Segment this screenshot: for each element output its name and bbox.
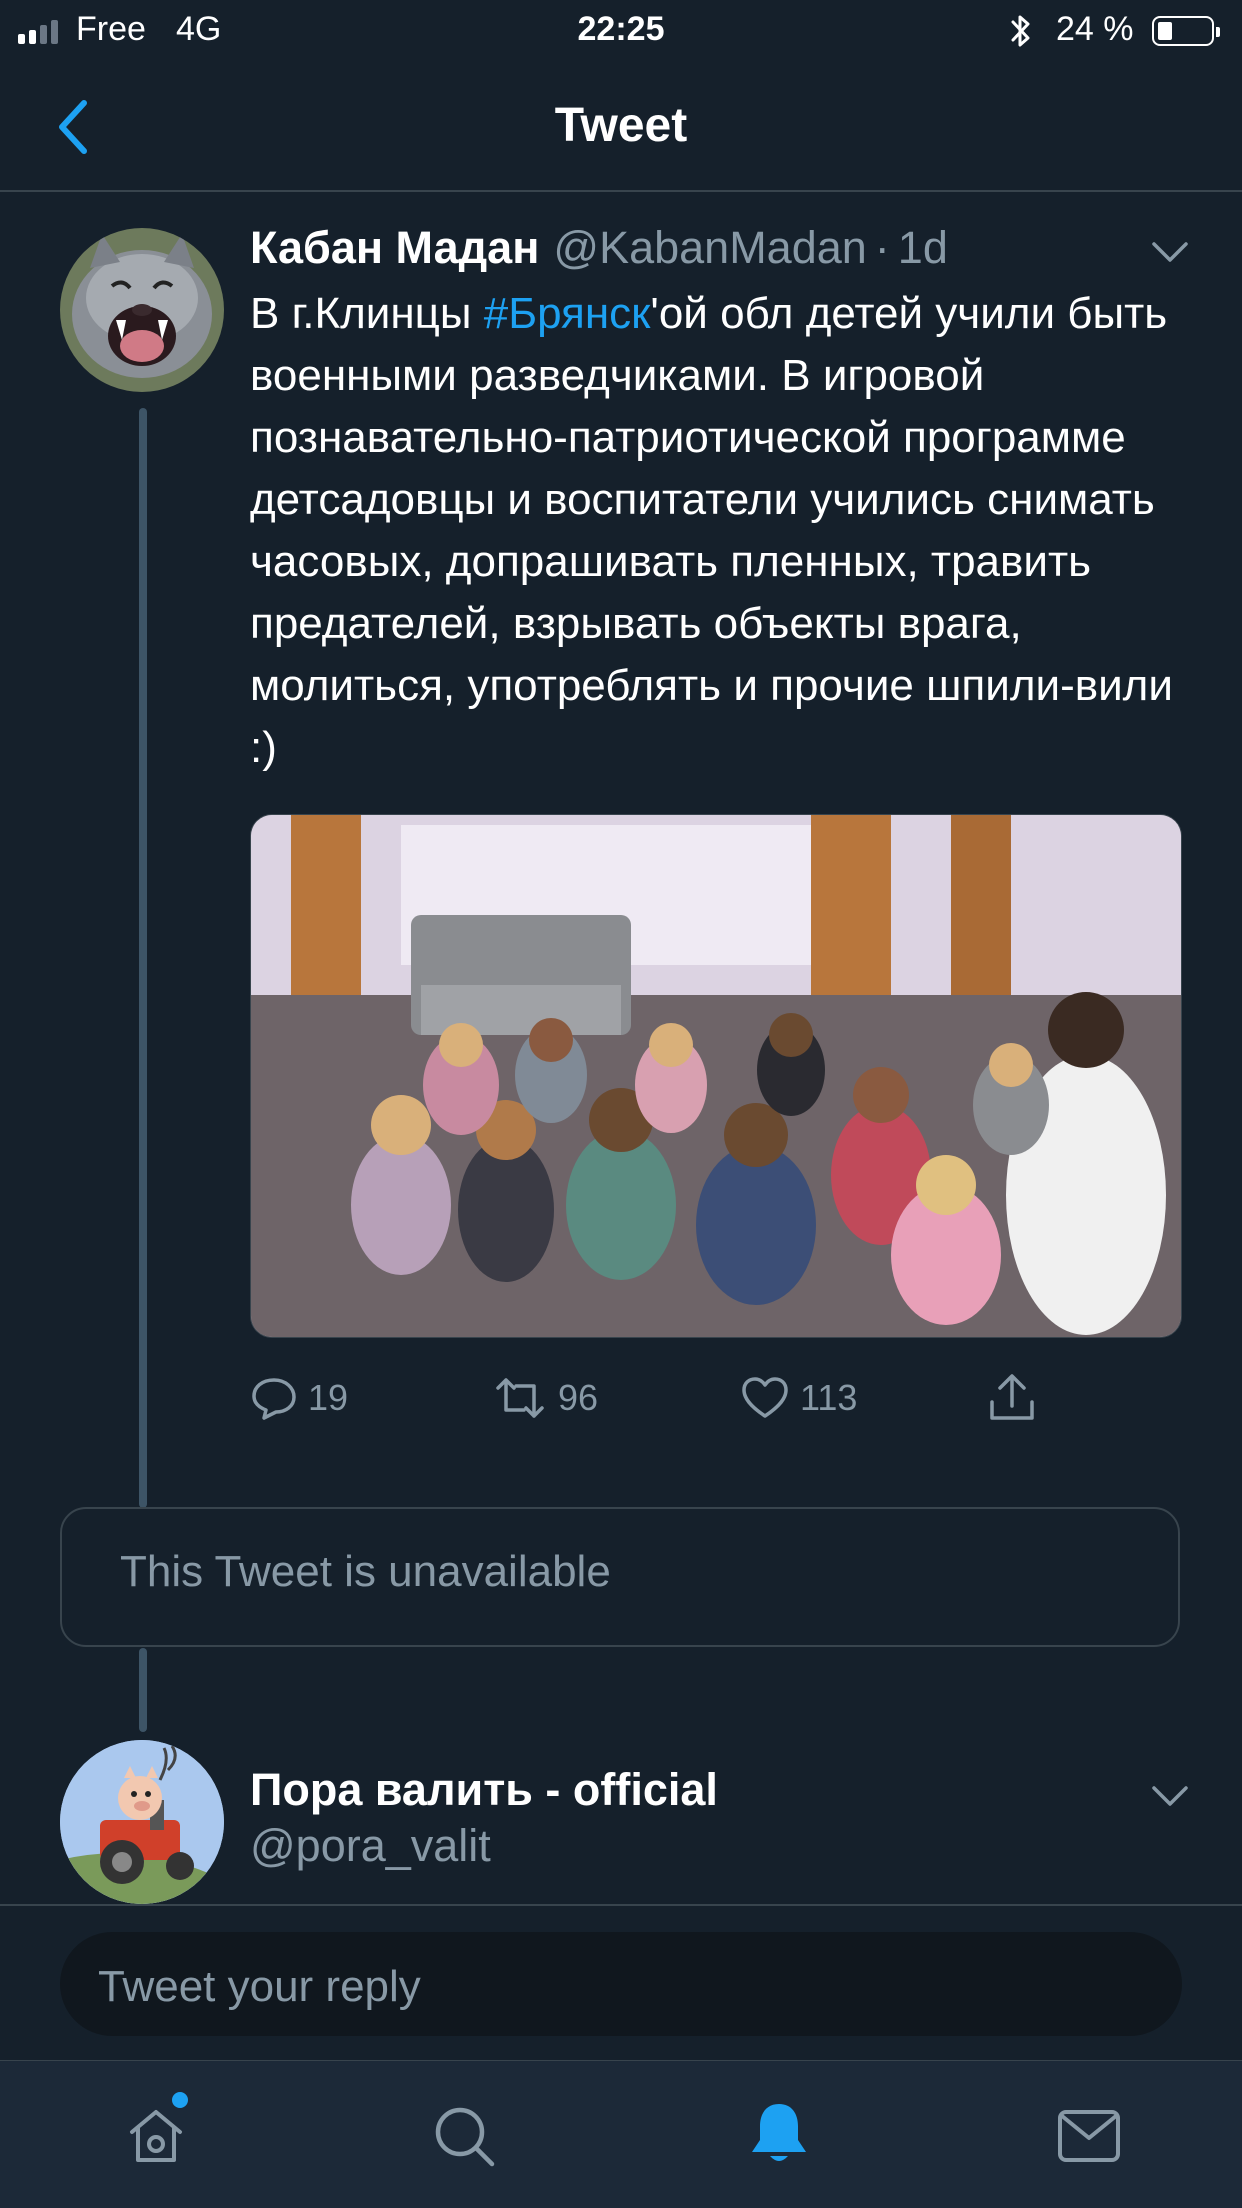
tweet-time: 1d [897,222,948,273]
next-author-handle[interactable]: @pora_valit [250,1820,491,1872]
pig-tractor-avatar-image [60,1740,224,1904]
thread-connector-line-lower [139,1648,147,1732]
tweet-header: Кабан Мадан @KabanMadan · 1d [250,222,948,274]
like-action[interactable]: 113 [740,1374,857,1422]
tweet-text-rest: 'ой обл детей учили быть военными развед… [250,289,1173,772]
thread-connector-line [139,408,147,1508]
reply-count: 19 [308,1377,349,1418]
retweet-count: 96 [558,1377,599,1418]
tweet-text-start: В г.Клинцы [250,289,484,338]
like-count: 113 [800,1377,858,1418]
hashtag-link[interactable]: #Брянск [484,289,651,338]
retweet-action[interactable]: 96 [492,1374,598,1422]
notifications-bell-icon[interactable] [748,2100,810,2168]
home-icon[interactable] [124,2104,188,2168]
author-handle[interactable]: @KabanMadan [553,222,866,274]
bluetooth-icon [1011,15,1030,47]
unavailable-tweet-text: This Tweet is unavailable [120,1547,611,1596]
tweet-text: В г.Клинцы #Брянск'ой обл детей учили бы… [250,283,1190,779]
dot-separator: · [874,222,890,273]
battery-percent: 24 % [1056,10,1134,48]
tweet-photo[interactable] [250,814,1182,1338]
home-notification-dot [172,2092,188,2108]
author-avatar[interactable] [60,228,224,392]
reply-placeholder: Tweet your reply [98,1962,421,2011]
classroom-photo-image [251,815,1181,1337]
share-icon[interactable] [986,1372,1038,1424]
retweet-icon [496,1378,544,1418]
search-icon[interactable] [432,2104,498,2170]
cat-avatar-image [60,228,224,392]
chevron-down-icon[interactable] [1150,1784,1190,1808]
next-author-avatar[interactable] [60,1740,224,1904]
messages-envelope-icon[interactable] [1056,2108,1122,2164]
page-title: Tweet [554,99,688,152]
reply-bubble-icon [252,1378,296,1420]
next-author-name[interactable]: Пора валить - official [250,1764,718,1816]
author-name[interactable]: Кабан Мадан [250,222,539,274]
reply-action[interactable]: 19 [250,1374,348,1422]
status-bar: Free 4G 22:25 24 % [0,0,1242,62]
battery-icon [1152,16,1220,46]
heart-icon [742,1377,788,1418]
chevron-down-icon[interactable] [1150,240,1190,264]
